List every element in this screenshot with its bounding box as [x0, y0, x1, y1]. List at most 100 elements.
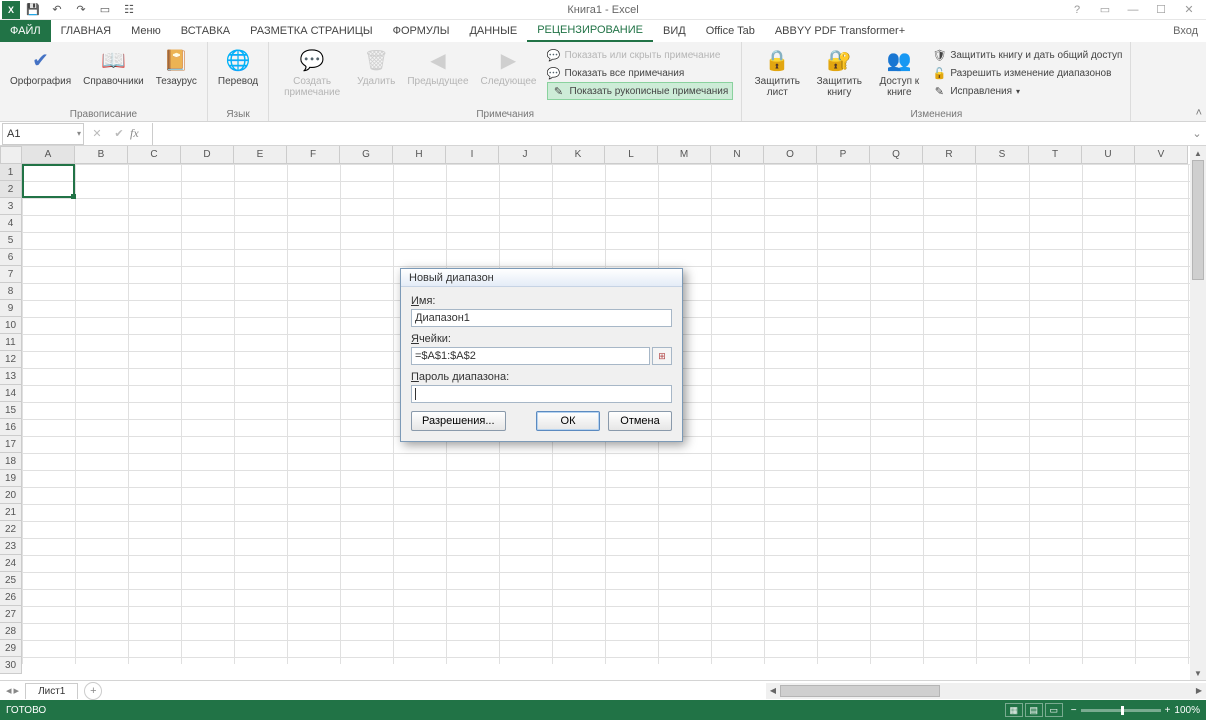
row-header[interactable]: 15 — [0, 402, 22, 419]
row-header[interactable]: 2 — [0, 181, 22, 198]
nav-first-icon[interactable]: ◂ — [6, 684, 12, 697]
row-header[interactable]: 1 — [0, 164, 22, 181]
tab-file[interactable]: ФАЙЛ — [0, 20, 51, 42]
view-buttons[interactable]: ▦ ▤ ▭ — [1005, 703, 1063, 717]
vscroll-thumb[interactable] — [1192, 160, 1204, 280]
tab-menu[interactable]: Меню — [121, 20, 171, 42]
col-header[interactable]: F — [287, 146, 340, 164]
row-header[interactable]: 21 — [0, 504, 22, 521]
protect-book-button[interactable]: 🔐 Защитить книгу — [810, 44, 868, 100]
col-header[interactable]: I — [446, 146, 499, 164]
col-header[interactable]: G — [340, 146, 393, 164]
row-header[interactable]: 5 — [0, 232, 22, 249]
sheet-nav[interactable]: ◂ ▸ — [0, 684, 25, 697]
row-header[interactable]: 26 — [0, 589, 22, 606]
collapse-ribbon-icon[interactable]: ˄ — [1196, 107, 1202, 119]
row-header[interactable]: 11 — [0, 334, 22, 351]
col-header[interactable]: U — [1082, 146, 1135, 164]
scroll-left-icon[interactable]: ◀ — [766, 686, 780, 695]
row-header[interactable]: 27 — [0, 606, 22, 623]
redo-icon[interactable]: ↷ — [70, 1, 92, 19]
row-header[interactable]: 22 — [0, 521, 22, 538]
signin-link[interactable]: Вход — [1165, 20, 1206, 42]
show-ink-button[interactable]: ✎ Показать рукописные примечания — [547, 82, 734, 100]
normal-view-icon[interactable]: ▦ — [1005, 703, 1023, 717]
col-header[interactable]: K — [552, 146, 605, 164]
tab-page-layout[interactable]: РАЗМЕТКА СТРАНИЦЫ — [240, 20, 382, 42]
scroll-right-icon[interactable]: ▶ — [1192, 686, 1206, 695]
hscroll-thumb[interactable] — [780, 685, 940, 697]
col-header[interactable]: O — [764, 146, 817, 164]
name-box[interactable]: A1 ▾ — [2, 123, 84, 145]
col-header[interactable]: Q — [870, 146, 923, 164]
row-header[interactable]: 8 — [0, 283, 22, 300]
spelling-button[interactable]: ✔ Орфография — [6, 44, 75, 89]
col-header[interactable]: A — [22, 146, 75, 164]
protect-sheet-button[interactable]: 🔒 Защитить лист — [748, 44, 806, 100]
permissions-button[interactable]: Разрешения... — [411, 411, 506, 431]
row-header[interactable]: 20 — [0, 487, 22, 504]
row-header[interactable]: 29 — [0, 640, 22, 657]
zoom-in-icon[interactable]: + — [1165, 705, 1171, 716]
tab-formulas[interactable]: ФОРМУЛЫ — [383, 20, 460, 42]
row-header[interactable]: 18 — [0, 453, 22, 470]
sheet-tab-active[interactable]: Лист1 — [25, 683, 78, 699]
row-header[interactable]: 23 — [0, 538, 22, 555]
zoom-slider[interactable] — [1081, 709, 1161, 712]
thesaurus-button[interactable]: 📔 Тезаурус — [152, 44, 201, 89]
formula-input[interactable] — [152, 123, 1188, 145]
page-layout-view-icon[interactable]: ▤ — [1025, 703, 1043, 717]
help-icon[interactable]: ? — [1066, 1, 1088, 19]
row-header[interactable]: 19 — [0, 470, 22, 487]
nav-last-icon[interactable]: ▸ — [14, 684, 20, 697]
scroll-up-icon[interactable]: ▲ — [1190, 146, 1206, 160]
col-header[interactable]: C — [128, 146, 181, 164]
row-header[interactable]: 16 — [0, 419, 22, 436]
col-header[interactable]: L — [605, 146, 658, 164]
row-header[interactable]: 10 — [0, 317, 22, 334]
tab-office-tab[interactable]: Office Tab — [696, 20, 765, 42]
maximize-icon[interactable]: ☐ — [1150, 1, 1172, 19]
page-break-view-icon[interactable]: ▭ — [1045, 703, 1063, 717]
row-header[interactable]: 24 — [0, 555, 22, 572]
row-header[interactable]: 28 — [0, 623, 22, 640]
cells-field[interactable]: =$A$1:$A$2 — [411, 347, 650, 365]
row-header[interactable]: 9 — [0, 300, 22, 317]
tab-insert[interactable]: ВСТАВКА — [171, 20, 240, 42]
password-field[interactable] — [411, 385, 672, 403]
horizontal-scrollbar[interactable]: ◀ ▶ — [766, 683, 1206, 699]
protect-share-button[interactable]: 🛡 Защитить книгу и дать общий доступ — [932, 46, 1122, 64]
ok-button[interactable]: ОК — [536, 411, 600, 431]
chevron-down-icon[interactable]: ▾ — [77, 129, 81, 138]
tab-home[interactable]: ГЛАВНАЯ — [51, 20, 121, 42]
zoom-out-icon[interactable]: − — [1071, 705, 1077, 716]
tab-review[interactable]: РЕЦЕНЗИРОВАНИЕ — [527, 20, 653, 42]
col-header[interactable]: J — [499, 146, 552, 164]
new-comment-button[interactable]: 💬 Создать примечание — [275, 44, 349, 100]
research-button[interactable]: 📖 Справочники — [79, 44, 148, 89]
row-header[interactable]: 6 — [0, 249, 22, 266]
col-header[interactable]: D — [181, 146, 234, 164]
cancel-button[interactable]: Отмена — [608, 411, 672, 431]
translate-button[interactable]: 🌐 Перевод — [214, 44, 262, 89]
new-file-icon[interactable]: ▭ — [94, 1, 116, 19]
name-field[interactable]: Диапазон1 — [411, 309, 672, 327]
col-header[interactable]: B — [75, 146, 128, 164]
share-book-button[interactable]: 👥 Доступ к книге — [872, 44, 926, 100]
tab-view[interactable]: ВИД — [653, 20, 696, 42]
row-header[interactable]: 3 — [0, 198, 22, 215]
vertical-scrollbar[interactable]: ▲ ▼ — [1190, 146, 1206, 680]
zoom-control[interactable]: − + 100% — [1071, 705, 1200, 716]
col-header[interactable]: V — [1135, 146, 1188, 164]
row-header[interactable]: 12 — [0, 351, 22, 368]
allow-edit-ranges-button[interactable]: 🔓 Разрешить изменение диапазонов — [932, 64, 1122, 82]
show-all-comments-button[interactable]: 💬 Показать все примечания — [547, 64, 734, 82]
row-headers[interactable]: 1234567891011121314151617181920212223242… — [0, 164, 22, 664]
fx-icon[interactable]: fx — [130, 126, 152, 141]
save-icon[interactable]: 💾 — [22, 1, 44, 19]
col-header[interactable]: N — [711, 146, 764, 164]
col-header[interactable]: R — [923, 146, 976, 164]
zoom-value[interactable]: 100% — [1174, 705, 1200, 716]
select-all-corner[interactable] — [0, 146, 22, 164]
ribbon-display-icon[interactable]: ▭ — [1094, 1, 1116, 19]
